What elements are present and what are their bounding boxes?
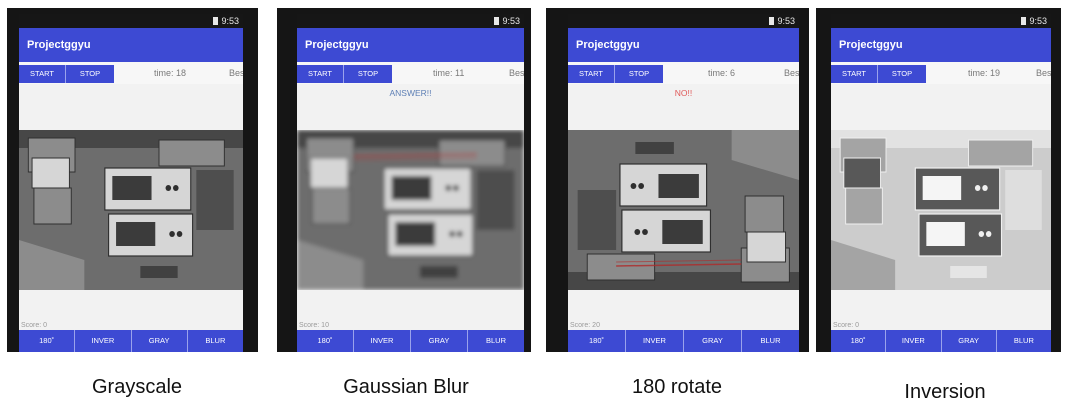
best-score-text: Best: 0 <box>509 68 524 78</box>
status-time: 9:53 <box>777 16 795 26</box>
filter-button-gray[interactable]: GRAY <box>683 330 741 352</box>
score-text: Score: 0 <box>21 322 48 329</box>
status-bar: 9:53 <box>831 14 1051 28</box>
filter-button-invert[interactable]: INVER <box>353 330 410 352</box>
filter-button-gray[interactable]: GRAY <box>130 330 187 352</box>
device-frame: 9:53 Projectggyu START STOP time: 6 Best… <box>546 8 809 352</box>
filter-button-gray[interactable]: GRAY <box>410 330 467 352</box>
app-title: Projectggyu <box>568 28 799 62</box>
result-message: ANSWER!! <box>389 88 432 98</box>
battery-icon <box>769 17 775 25</box>
app-screen: 9:53 Projectggyu START STOP time: 11 Bes… <box>297 14 524 352</box>
filter-button-blur[interactable]: BLUR <box>741 330 799 352</box>
app-screen: 9:53 Projectggyu START STOP time: 18 Bes… <box>19 14 243 352</box>
start-button[interactable]: START <box>19 65 65 83</box>
device-frame: 9:53 Projectggyu START STOP time: 11 Bes… <box>277 8 531 352</box>
start-button[interactable]: START <box>568 65 614 83</box>
start-button[interactable]: START <box>297 65 343 83</box>
control-row: START STOP time: 19 Best: 0 <box>831 62 1051 84</box>
score-text: Score: 10 <box>299 322 329 329</box>
control-row: START STOP time: 11 Best: 0 <box>297 62 524 84</box>
status-time: 9:53 <box>502 16 520 26</box>
best-score-text: Best: 0 <box>229 68 243 78</box>
camera-image <box>831 130 1051 290</box>
stop-button[interactable]: STOP <box>66 65 114 83</box>
filter-caption: Gaussian Blur <box>343 376 469 398</box>
filter-caption: Grayscale <box>91 376 183 398</box>
app-title: Projectggyu <box>831 28 1051 62</box>
app-title: Projectggyu <box>297 28 524 62</box>
timer-text: time: 11 <box>433 68 465 78</box>
status-bar: 9:53 <box>297 14 524 28</box>
filter-button-blur[interactable]: BLUR <box>467 330 524 352</box>
filter-button-rotate[interactable]: 180˚ <box>19 330 74 352</box>
status-time: 9:53 <box>1029 16 1047 26</box>
filter-button-bar: 180˚ INVER GRAY BLUR <box>831 330 1051 352</box>
device-frame: 9:53 Projectggyu START STOP time: 18 Bes… <box>7 8 258 352</box>
battery-icon <box>494 17 500 25</box>
control-row: START STOP time: 18 Best: 0 <box>19 62 243 84</box>
filter-button-bar: 180˚ INVER GRAY BLUR <box>568 330 799 352</box>
control-row: START STOP time: 6 Best: 0 <box>568 62 799 84</box>
filter-caption: 180 rotate <box>631 376 723 398</box>
stop-button[interactable]: STOP <box>878 65 926 83</box>
score-text: Score: 0 <box>833 322 860 329</box>
filter-button-blur[interactable]: BLUR <box>995 330 1051 352</box>
filter-button-invert[interactable]: INVER <box>885 330 940 352</box>
timer-text: time: 6 <box>708 68 736 78</box>
status-time: 9:53 <box>221 16 239 26</box>
app-title: Projectggyu <box>19 28 243 62</box>
stop-button[interactable]: STOP <box>344 65 392 83</box>
filter-button-invert[interactable]: INVER <box>625 330 683 352</box>
timer-text: time: 18 <box>154 68 187 78</box>
filter-button-blur[interactable]: BLUR <box>186 330 243 352</box>
camera-image <box>19 130 243 290</box>
camera-image <box>568 130 799 290</box>
filter-button-bar: 180˚ INVER GRAY BLUR <box>19 330 243 352</box>
app-screen: 9:53 Projectggyu START STOP time: 19 Bes… <box>831 14 1051 352</box>
score-text: Score: 20 <box>570 322 600 329</box>
battery-icon <box>1021 17 1027 25</box>
timer-text: time: 19 <box>968 68 1001 78</box>
filter-button-gray[interactable]: GRAY <box>940 330 996 352</box>
battery-icon <box>213 17 219 25</box>
best-score-text: Best: 0 <box>1036 68 1051 78</box>
filter-button-rotate[interactable]: 180˚ <box>297 330 353 352</box>
filter-button-rotate[interactable]: 180˚ <box>568 330 625 352</box>
filter-button-rotate[interactable]: 180˚ <box>831 330 885 352</box>
best-score-text: Best: 0 <box>784 68 799 78</box>
status-bar: 9:53 <box>568 14 799 28</box>
filter-caption: Inversion <box>904 381 986 403</box>
start-button[interactable]: START <box>831 65 877 83</box>
stop-button[interactable]: STOP <box>615 65 663 83</box>
app-screen: 9:53 Projectggyu START STOP time: 6 Best… <box>568 14 799 352</box>
filter-button-bar: 180˚ INVER GRAY BLUR <box>297 330 524 352</box>
status-bar: 9:53 <box>19 14 243 28</box>
result-message: NO!! <box>674 88 693 98</box>
filter-button-invert[interactable]: INVER <box>74 330 130 352</box>
camera-image <box>297 130 524 290</box>
device-frame: 9:53 Projectggyu START STOP time: 19 Bes… <box>816 8 1061 352</box>
